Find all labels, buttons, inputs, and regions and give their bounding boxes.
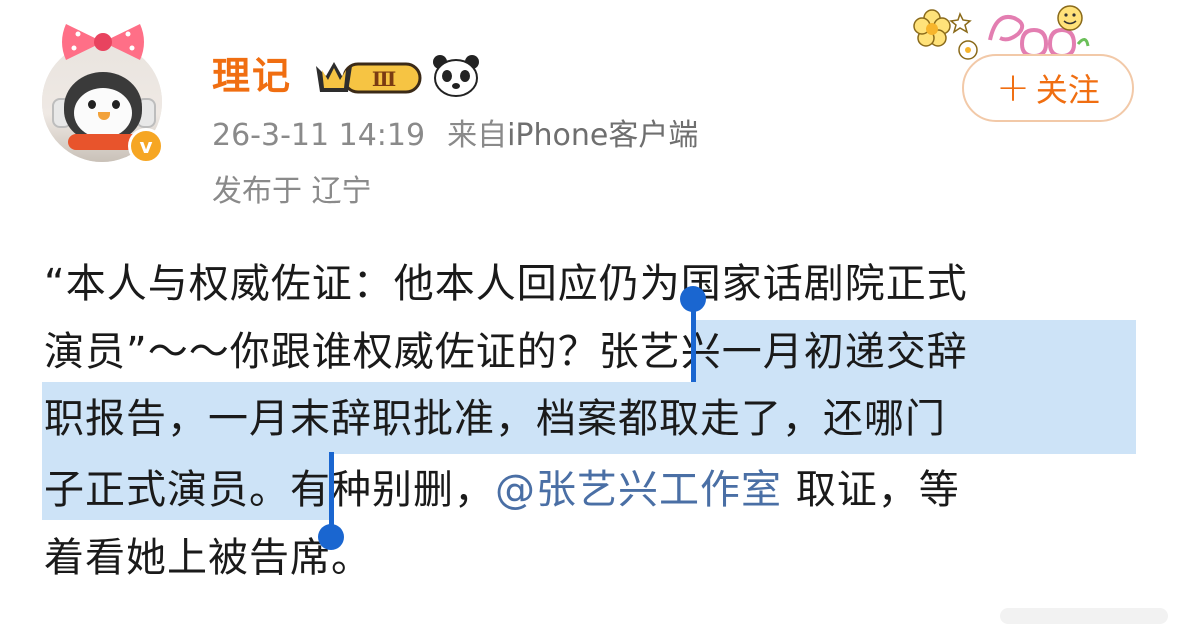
- panda-icon: [433, 55, 479, 97]
- follow-label: 关注: [1035, 71, 1100, 109]
- source-app: iPhone客户端: [507, 118, 699, 153]
- mention-link[interactable]: @张艺兴工作室: [495, 467, 782, 513]
- vip-level-text: Ⅲ: [372, 67, 396, 91]
- post-meta: 26-3-11 14:19 来自iPhone客户端: [212, 116, 698, 156]
- selection-start-handle[interactable]: [680, 286, 708, 382]
- weibo-post-screen: v 理记 Ⅲ 26-3-11 14:19 来自iPhone客户端 发布于 辽宁: [0, 0, 1180, 638]
- bow-icon: [62, 24, 144, 60]
- watermark-icon: [1000, 608, 1168, 624]
- post-text-segment: 演员”～～你跟谁权威佐证的？: [44, 329, 599, 375]
- crown-vip-badge-icon[interactable]: Ⅲ: [312, 56, 422, 98]
- post-text-line: 子正式演员。有种别删，@张艺兴工作室 取证，等: [44, 460, 960, 520]
- selected-text: 子正式演员。: [44, 467, 290, 513]
- post-text-line: “本人与权威佐证：他本人回应仍为国家话剧院正式: [44, 261, 968, 307]
- selection-end-handle[interactable]: [318, 452, 346, 552]
- selected-text: 职报告，一月末辞职批准，档案都取走了，还哪门: [44, 396, 946, 442]
- user-name[interactable]: 理记: [212, 52, 292, 100]
- source-prefix: 来自: [447, 118, 508, 153]
- post-text-segment: 取证，等: [782, 467, 960, 513]
- plus-icon: +: [996, 65, 1030, 111]
- follow-button[interactable]: + 关注: [962, 54, 1134, 122]
- location: 发布于 辽宁: [212, 174, 372, 209]
- verified-badge-icon: v: [128, 128, 164, 164]
- post-text-line: 演员”～～你跟谁权威佐证的？张艺兴一月初递交辞: [44, 322, 968, 382]
- timestamp: 26-3-11 14:19: [212, 118, 426, 153]
- selected-text: 张艺兴一月初递交辞: [598, 329, 968, 375]
